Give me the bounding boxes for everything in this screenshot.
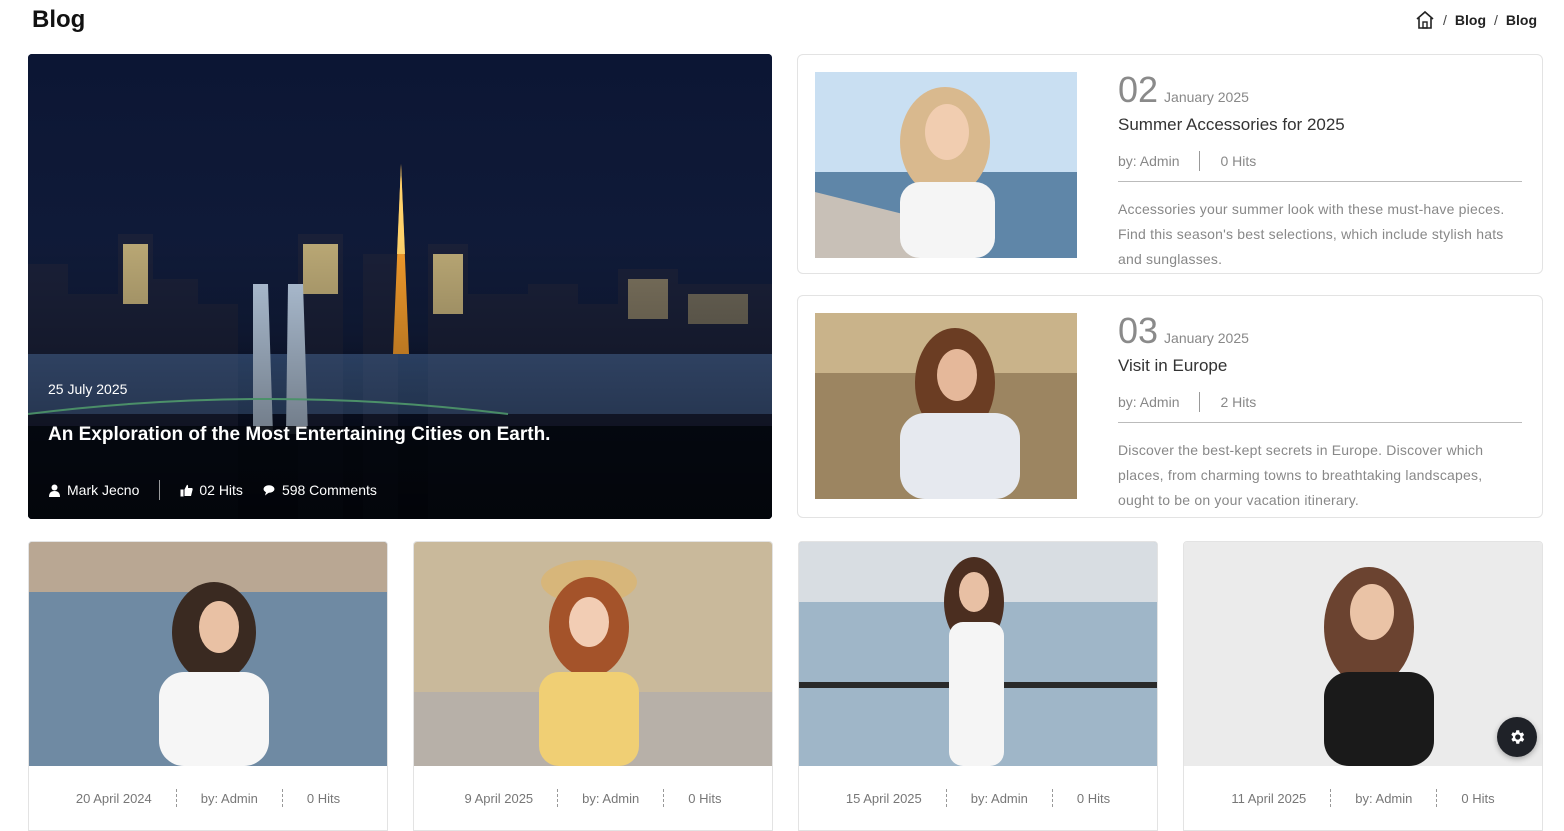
post-author[interactable]: by: Admin [1355, 791, 1412, 806]
grid-post-meta: 20 April 2024 by: Admin 0 Hits [29, 766, 387, 830]
post-meta: by: Admin 2 Hits [1118, 392, 1522, 423]
post-author[interactable]: by: Admin [582, 791, 639, 806]
gear-icon [1511, 730, 1525, 744]
settings-button[interactable] [1497, 717, 1537, 757]
post-hits: 0 Hits [1220, 153, 1257, 169]
post-hits: 0 Hits [306, 790, 341, 806]
post-author[interactable]: by: Admin [1118, 153, 1179, 169]
thumbs-up-icon [180, 484, 194, 496]
post-title[interactable]: Summer Accessories for 2025 [1118, 115, 1522, 135]
grid-post-card[interactable]: 15 April 2025 by: Admin 0 Hits [798, 541, 1158, 831]
post-hits: 2 Hits [1220, 394, 1257, 410]
featured-title[interactable]: An Exploration of the Most Entertaining … [48, 424, 550, 446]
featured-author[interactable]: Mark Jecno [48, 482, 139, 498]
grid-post-card[interactable]: 20 April 2024 by: Admin 0 Hits [28, 541, 388, 831]
post-date: 20 April 2024 [75, 790, 152, 806]
side-post-card[interactable]: 02 January 2025 Summer Accessories for 20… [797, 54, 1543, 274]
post-hits: 0 Hits [688, 790, 722, 806]
post-hits: 0 Hits [1076, 790, 1111, 806]
post-author[interactable]: by: Admin [1118, 394, 1179, 410]
grid-post-image[interactable] [1184, 542, 1542, 766]
grid-post-meta: 15 April 2025 by: Admin 0 Hits [799, 766, 1157, 830]
post-month: January 2025 [1164, 330, 1249, 346]
post-day: 02 [1118, 69, 1159, 110]
breadcrumb: / Blog / Blog [1415, 10, 1537, 30]
post-date: 11 April 2025 [1231, 790, 1307, 806]
side-post-image[interactable] [815, 313, 1077, 499]
grid-post-meta: 11 April 2025 by: Admin 0 Hits [1184, 766, 1542, 830]
post-date: 15 April 2025 [845, 790, 922, 806]
user-icon [49, 484, 60, 497]
post-description: Accessories your summer look with these … [1118, 201, 1505, 267]
post-month: January 2025 [1164, 89, 1249, 105]
grid-post-meta: 9 April 2025 by: Admin 0 Hits [414, 766, 772, 830]
grid-post-image[interactable] [414, 542, 772, 766]
grid-post-image[interactable] [29, 542, 387, 766]
post-author[interactable]: by: Admin [201, 791, 258, 806]
featured-date: 25 July 2025 [48, 381, 128, 397]
page-header: Blog / Blog / Blog [0, 0, 1564, 40]
side-post-card[interactable]: 03 January 2025 Visit in Europe by: Admin… [797, 295, 1543, 518]
breadcrumb-item-current: Blog [1505, 12, 1537, 28]
post-title[interactable]: Visit in Europe [1118, 356, 1522, 376]
post-date: 9 April 2025 [464, 790, 534, 806]
post-day: 03 [1118, 310, 1159, 351]
page-title: Blog [32, 6, 86, 33]
breadcrumb-item-blog[interactable]: Blog [1455, 12, 1486, 28]
grid-post-card[interactable]: 11 April 2025 by: Admin 0 Hits [1183, 541, 1543, 831]
grid-post-image[interactable] [799, 542, 1157, 766]
featured-comments[interactable]: 598 Comments [263, 482, 377, 498]
post-description: Discover the best-kept secrets in Europe… [1118, 442, 1484, 508]
featured-meta: Mark Jecno 02 Hits 598 Comments [48, 480, 377, 500]
grid-post-card[interactable]: 9 April 2025 by: Admin 0 Hits [413, 541, 773, 831]
featured-hits: 02 Hits [180, 482, 243, 498]
post-author[interactable]: by: Admin [971, 791, 1028, 806]
post-meta: by: Admin 0 Hits [1118, 151, 1522, 182]
comments-icon [263, 484, 275, 495]
featured-post-card[interactable]: 25 July 2025 An Exploration of the Most … [28, 54, 772, 519]
side-post-image[interactable] [815, 72, 1077, 258]
post-hits: 0 Hits [1461, 790, 1495, 806]
home-icon[interactable] [1415, 10, 1435, 30]
